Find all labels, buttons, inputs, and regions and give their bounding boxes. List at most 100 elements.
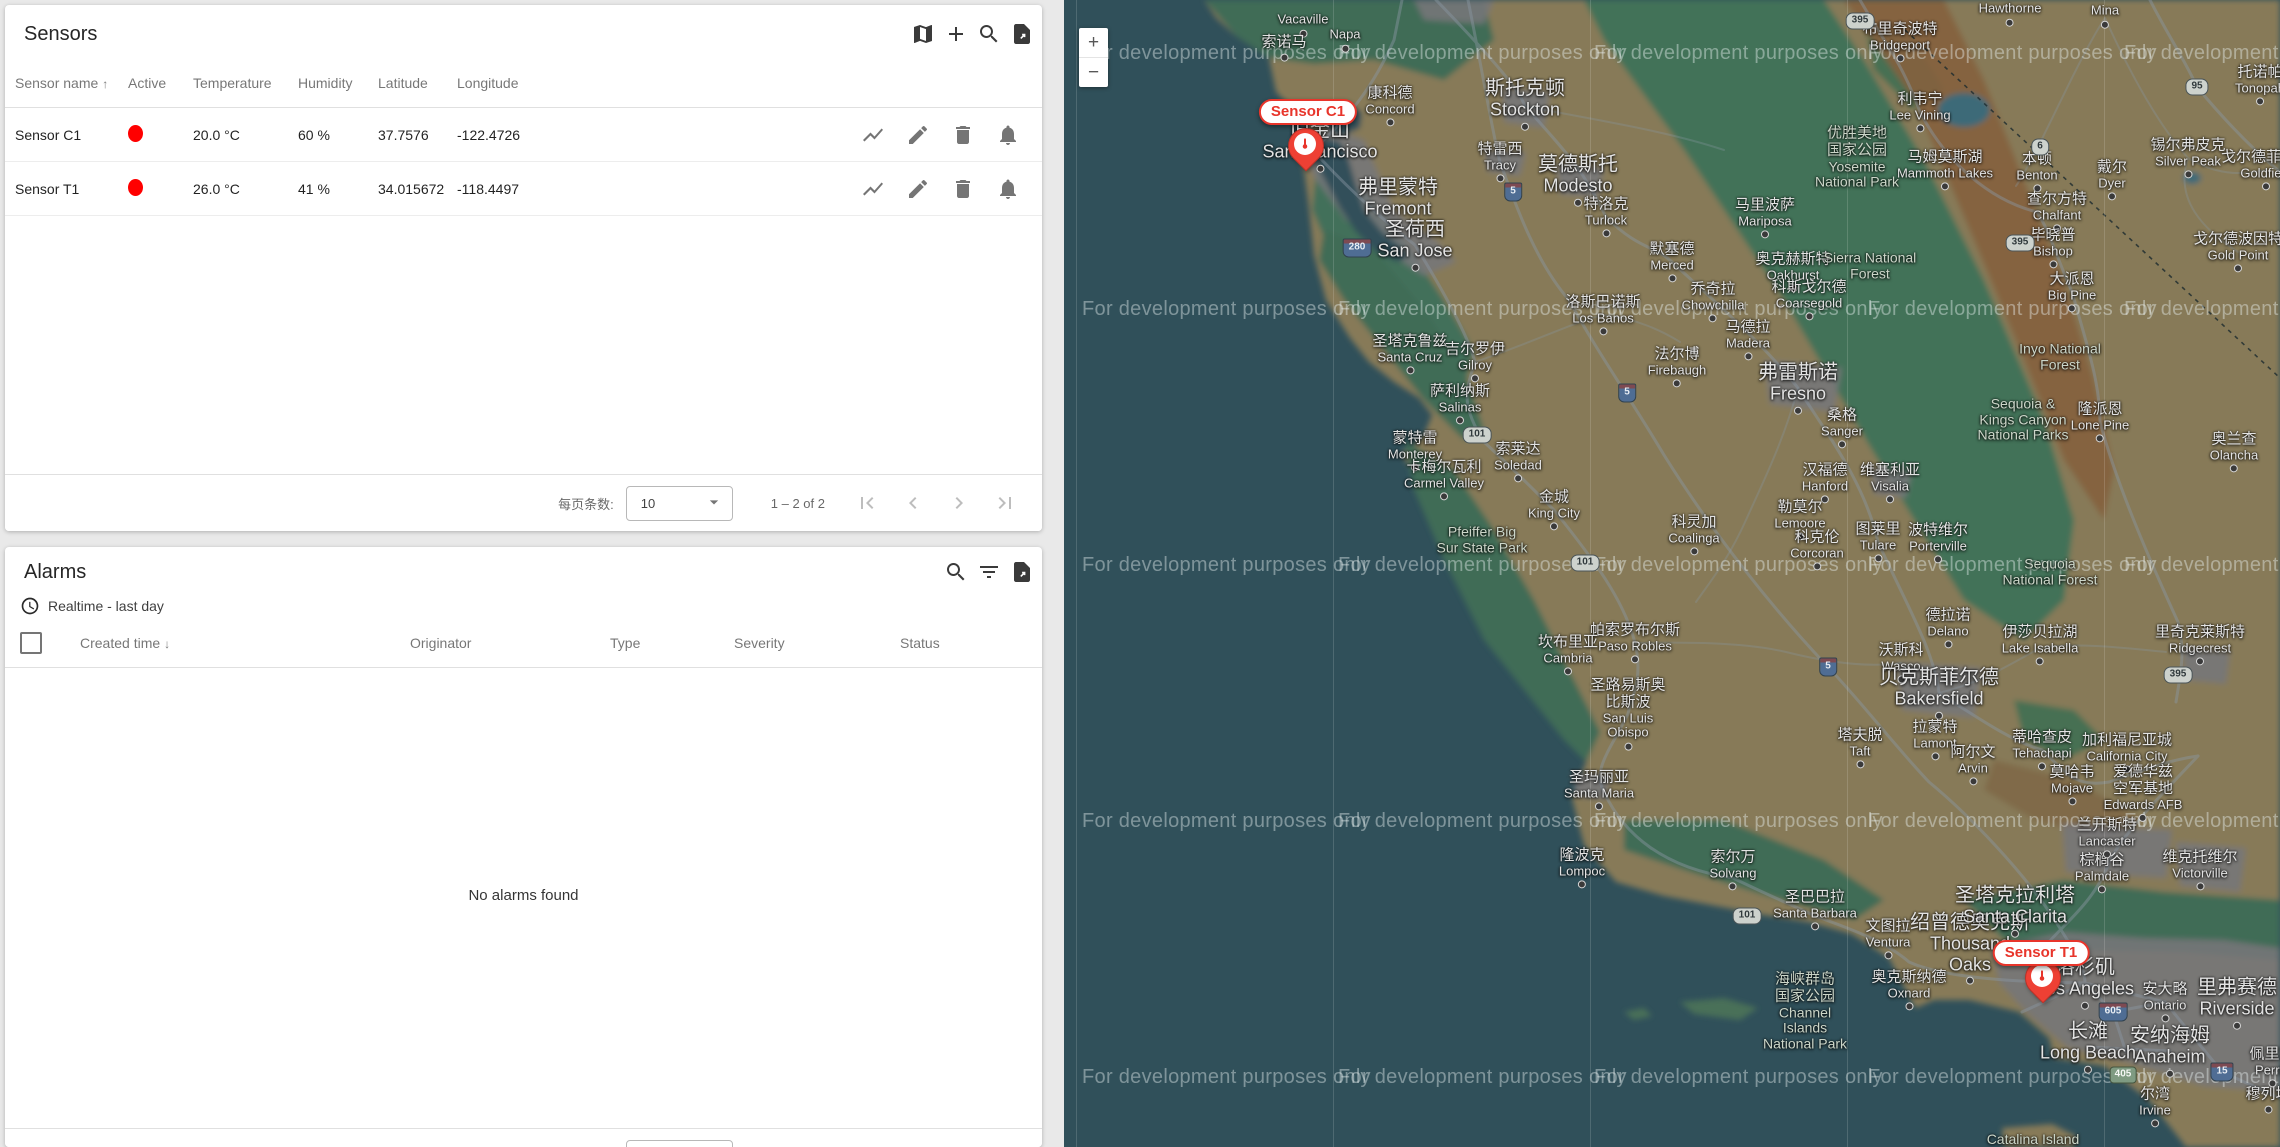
place-dot: [1805, 313, 1813, 321]
map-icon[interactable]: [911, 22, 935, 46]
edit-icon[interactable]: [906, 177, 930, 201]
thermometer-icon: [2031, 965, 2053, 987]
dashboard: { "colors": { "accent_red": "#e8352b", "…: [0, 0, 2280, 1147]
edit-icon[interactable]: [906, 123, 930, 147]
sensors-table-body: Sensor C120.0 °C60 %37.7576-122.4726Sens…: [5, 108, 1042, 216]
highway-shield-5: 5: [1618, 384, 1636, 403]
map-place-label-gilroy: 吉尔罗伊Gilroy: [1445, 341, 1505, 382]
page-size-select[interactable]: 10: [626, 1140, 733, 1147]
map-place-label-solvang: 索尔万Solvang: [1710, 849, 1757, 890]
place-dot: [2036, 658, 2044, 666]
place-dot: [1496, 175, 1504, 183]
map-place-label-los-banos: 洛斯巴诺斯Los Banos: [1565, 294, 1640, 335]
column-header-severity[interactable]: Severity: [734, 635, 900, 651]
map-place-label-delano: 德拉诺Delano: [1925, 607, 1970, 648]
add-icon[interactable]: [944, 22, 968, 46]
search-icon[interactable]: [944, 560, 968, 584]
place-dot: [1969, 778, 1977, 786]
column-header-longitude[interactable]: Longitude: [457, 75, 567, 91]
alarm-bell-icon[interactable]: [996, 177, 1020, 201]
export-icon[interactable]: [1010, 22, 1034, 46]
place-dot: [1386, 119, 1394, 127]
map-place-label-dyer: 戴尔Dyer: [2097, 159, 2127, 200]
alarm-bell-icon[interactable]: [996, 123, 1020, 147]
cell-temperature: 20.0 °C: [193, 127, 298, 143]
map-place-label-bakersfield: 贝克斯菲尔德Bakersfield: [1879, 667, 1999, 720]
map-place-label-irvine: 尔湾Irvine: [2139, 1086, 2171, 1127]
map-place-label-cambria: 坎布里亚Cambria: [1538, 634, 1598, 675]
map-place-label-salinas: 萨利纳斯Salinas: [1430, 383, 1490, 424]
place-dot: [2264, 1105, 2272, 1113]
highway-shield-101: 101: [1571, 555, 1600, 572]
last-page-icon[interactable]: [993, 491, 1017, 515]
no-alarms-message: No alarms found: [5, 887, 1042, 904]
map-place-label-mojave: 莫哈韦Mojave: [2049, 764, 2094, 805]
zoom-in-button[interactable]: +: [1079, 28, 1108, 57]
timewindow-button[interactable]: Realtime - last day: [5, 593, 1042, 619]
prev-page-icon[interactable]: [901, 491, 925, 515]
select-all-checkbox[interactable]: [20, 632, 42, 654]
filter-icon[interactable]: [977, 560, 1001, 584]
place-dot: [1744, 353, 1752, 361]
map-place-label-goldfield: 戈尔德菲尔德Goldfield: [2221, 149, 2280, 190]
map-place-label-lee-vining: 利韦宁Lee Vining: [1889, 91, 1950, 132]
column-header-originator[interactable]: Originator: [410, 635, 610, 651]
map-place-label-riverside: 里弗赛德Riverside: [2197, 977, 2277, 1030]
tile-boundary-line: [1076, 0, 1077, 1147]
column-header-latitude[interactable]: Latitude: [378, 75, 457, 91]
map-place-label-stockton: 斯托克顿Stockton: [1485, 78, 1565, 131]
map-place-label-anaheim: 安纳海姆Anaheim: [2130, 1025, 2210, 1078]
table-row[interactable]: Sensor C120.0 °C60 %37.7576-122.4726: [5, 108, 1042, 162]
highway-shield-280: 280: [1343, 239, 1372, 258]
place-dot: [2166, 1069, 2174, 1077]
dev-watermark: For development purposes only: [2124, 42, 2280, 65]
map-place-label-sierra-national: Sierra NationalForest: [1824, 250, 1917, 281]
column-header-temperature[interactable]: Temperature: [193, 75, 298, 91]
map-marker-sensor-t1[interactable]: [2024, 960, 2060, 1006]
place-dot: [2262, 183, 2270, 191]
page-size-select[interactable]: 10: [626, 486, 733, 521]
column-header-active[interactable]: Active: [128, 75, 193, 91]
place-dot: [2108, 193, 2116, 201]
marker-tooltip-sensor-c1[interactable]: Sensor C1: [1259, 99, 1357, 125]
column-header-humidity[interactable]: Humidity: [298, 75, 378, 91]
place-dot: [1690, 548, 1698, 556]
active-dot: [128, 179, 143, 196]
zoom-out-button[interactable]: −: [1079, 57, 1108, 87]
map-place-label-ridgecrest: 里奇克莱斯特Ridgecrest: [2155, 624, 2245, 665]
dev-watermark: For development purposes only: [1338, 1066, 1627, 1089]
map-place-label-channel: 海峡群岛国家公园ChannelIslandsNational Park: [1763, 972, 1847, 1053]
map-place-label-firebaugh: 法尔博Firebaugh: [1648, 346, 1707, 387]
cell-sensor-name: Sensor T1: [5, 181, 128, 197]
highway-shield-605: 605: [2099, 1003, 2128, 1022]
timeseries-icon[interactable]: [861, 123, 885, 147]
select-all-cell: [5, 632, 65, 654]
map[interactable]: For development purposes onlyFor develop…: [1064, 0, 2280, 1147]
column-header-status[interactable]: Status: [900, 635, 1042, 651]
table-row[interactable]: Sensor T126.0 °C41 %34.015672-118.4497: [5, 162, 1042, 216]
map-place-label-king-city: 金城King City: [1528, 489, 1580, 530]
column-header-created-time[interactable]: Created time↓: [65, 635, 410, 651]
map-place-label-gold-point: 戈尔德波因特Gold Point: [2193, 231, 2280, 272]
map-place-label-sanger: 桑格Sanger: [1821, 407, 1863, 448]
next-page-icon[interactable]: [947, 491, 971, 515]
delete-icon[interactable]: [951, 123, 975, 147]
place-dot: [1729, 883, 1737, 891]
export-icon[interactable]: [1010, 560, 1034, 584]
map-place-label-madera: 马德拉Madera: [1725, 319, 1770, 360]
first-page-icon[interactable]: [855, 491, 879, 515]
delete-icon[interactable]: [951, 177, 975, 201]
place-dot: [1411, 263, 1419, 271]
marker-tooltip-sensor-t1[interactable]: Sensor T1: [1993, 940, 2090, 966]
search-icon[interactable]: [977, 22, 1001, 46]
dev-watermark: For development purposes only: [1338, 42, 1627, 65]
highway-shield-5: 5: [1504, 183, 1522, 202]
column-header-sensor-name[interactable]: Sensor name↑: [5, 75, 128, 91]
column-header-type[interactable]: Type: [610, 635, 734, 651]
timeseries-icon[interactable]: [861, 177, 885, 201]
place-dot: [1521, 122, 1529, 130]
map-marker-sensor-c1[interactable]: [1287, 128, 1323, 174]
map-place-label-catalina-island: Catalina Island: [1987, 1132, 2080, 1147]
chevron-down-icon: [704, 492, 724, 515]
dev-watermark: For development purposes only: [1594, 1066, 1883, 1089]
